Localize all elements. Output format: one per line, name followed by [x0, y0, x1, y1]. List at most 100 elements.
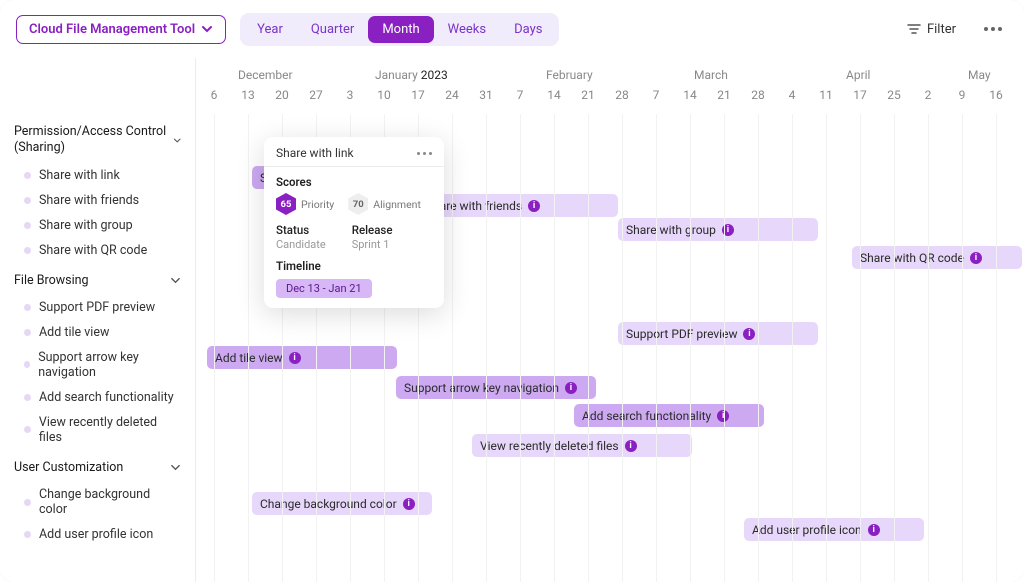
gantt-bar[interactable]: Add user profile icon i: [744, 518, 924, 541]
bullet-icon: [24, 172, 31, 179]
day-label: 7: [653, 88, 660, 102]
alignment-score: 70 Alignment: [348, 193, 421, 215]
more-menu[interactable]: [978, 21, 1008, 37]
tab-month[interactable]: Month: [368, 16, 433, 43]
sidebar-item[interactable]: Share with friends: [0, 188, 195, 213]
bullet-icon: [24, 531, 31, 538]
info-icon[interactable]: i: [743, 328, 755, 340]
sidebar-item[interactable]: Share with link: [0, 163, 195, 188]
group-title[interactable]: Permission/Access Control (Sharing): [0, 114, 195, 163]
gridline: [962, 114, 963, 582]
gridline: [826, 114, 827, 582]
gantt-bar-label: Change background color: [260, 497, 397, 511]
gridline: [452, 114, 453, 582]
day-label: 21: [717, 88, 731, 102]
filter-icon: [907, 22, 921, 36]
gantt-bar[interactable]: Support PDF preview i: [618, 322, 818, 345]
release-value: Sprint 1: [352, 238, 393, 251]
info-icon[interactable]: i: [868, 524, 880, 536]
gridline: [520, 114, 521, 582]
day-label: 14: [683, 88, 697, 102]
gridline: [690, 114, 691, 582]
month-label: March: [694, 68, 728, 82]
tab-quarter[interactable]: Quarter: [297, 16, 368, 43]
info-icon[interactable]: i: [970, 252, 982, 264]
info-icon[interactable]: i: [565, 382, 577, 394]
gantt-bar[interactable]: Add tile viewi: [207, 346, 397, 369]
sidebar-item[interactable]: Support arrow key navigation: [0, 345, 195, 385]
gantt-bar[interactable]: Share with groupi: [618, 218, 818, 241]
info-icon[interactable]: i: [625, 440, 637, 452]
sidebar-item[interactable]: Support PDF preview: [0, 295, 195, 320]
popup-title: Share with link: [276, 146, 354, 160]
header: Cloud File Management Tool Year Quarter …: [0, 0, 1024, 58]
sidebar-item[interactable]: Share with group: [0, 213, 195, 238]
priority-score-label: Priority: [301, 198, 334, 211]
status-value: Candidate: [276, 238, 326, 251]
popup-more-menu[interactable]: [417, 152, 432, 155]
gridline: [588, 114, 589, 582]
gantt-bar-label: Support PDF preview: [626, 327, 737, 341]
sidebar-item-label: View recently deleted files: [39, 415, 181, 445]
gantt-bar[interactable]: Change background color i: [252, 492, 432, 515]
day-label: 2: [925, 88, 932, 102]
day-label: 17: [853, 88, 867, 102]
sidebar-item[interactable]: Add tile view: [0, 320, 195, 345]
tab-weeks[interactable]: Weeks: [434, 16, 500, 43]
month-label: December: [238, 68, 293, 82]
day-label: 24: [445, 88, 459, 102]
group-title[interactable]: User Customization: [0, 450, 195, 482]
chevron-down-icon: [170, 462, 181, 473]
gridline: [894, 114, 895, 582]
popup-scores-label: Scores: [264, 175, 444, 193]
gantt-bar-label: Share with group: [626, 223, 716, 237]
day-label: 16: [989, 88, 1003, 102]
day-label: 14: [547, 88, 561, 102]
project-selector[interactable]: Cloud File Management Tool: [16, 15, 226, 44]
group-title[interactable]: File Browsing: [0, 263, 195, 295]
sidebar-item[interactable]: Add user profile icon: [0, 522, 195, 547]
gantt-bar[interactable]: Add search functionalityi: [574, 404, 764, 427]
sidebar-item[interactable]: View recently deleted files: [0, 410, 195, 450]
day-label: 10: [377, 88, 391, 102]
info-icon[interactable]: i: [528, 200, 540, 212]
bullet-icon: [24, 222, 31, 229]
info-icon[interactable]: i: [289, 352, 301, 364]
sidebar-item-label: Add user profile icon: [39, 527, 153, 542]
sidebar-item[interactable]: Change background color: [0, 482, 195, 522]
sidebar-item-label: Change background color: [39, 487, 181, 517]
day-label: 9: [959, 88, 966, 102]
gridline: [656, 114, 657, 582]
gridline: [248, 114, 249, 582]
month-label: February: [546, 68, 593, 82]
sidebar: Permission/Access Control (Sharing) Share…: [0, 58, 196, 582]
alignment-score-label: Alignment: [373, 198, 421, 211]
sidebar-item-label: Share with link: [39, 168, 120, 183]
gantt-bar[interactable]: Support arrow key navigation i: [396, 376, 596, 399]
release-label: Release: [352, 223, 393, 237]
day-label: 13: [241, 88, 255, 102]
alignment-score-value: 70: [348, 193, 368, 215]
gantt-bar-label: Add user profile icon: [752, 523, 862, 537]
day-label: 27: [309, 88, 323, 102]
gantt-bar-label: Support arrow key navigation: [404, 381, 559, 395]
day-label: 25: [887, 88, 901, 102]
gridline: [758, 114, 759, 582]
filter-label: Filter: [927, 22, 956, 37]
bullet-icon: [24, 394, 31, 401]
gantt-bar-label: Add search functionality: [582, 409, 711, 423]
task-detail-popup: Share with link Scores 65 Priority 70 Al…: [264, 137, 444, 308]
group-title-text: Permission/Access Control (Sharing): [14, 124, 173, 157]
day-label: 31: [479, 88, 493, 102]
filter-button[interactable]: Filter: [899, 18, 964, 41]
gantt-bar-label: Share with QR code: [860, 251, 964, 265]
sidebar-item[interactable]: Add search functionality: [0, 385, 195, 410]
tab-year[interactable]: Year: [243, 16, 297, 43]
info-icon[interactable]: i: [403, 498, 415, 510]
sidebar-item[interactable]: Share with QR code: [0, 238, 195, 263]
gantt-bar[interactable]: View recently deleted filesi: [472, 434, 692, 457]
gridline: [792, 114, 793, 582]
status-label: Status: [276, 223, 326, 237]
tab-days[interactable]: Days: [500, 16, 556, 43]
bullet-icon: [24, 426, 31, 433]
